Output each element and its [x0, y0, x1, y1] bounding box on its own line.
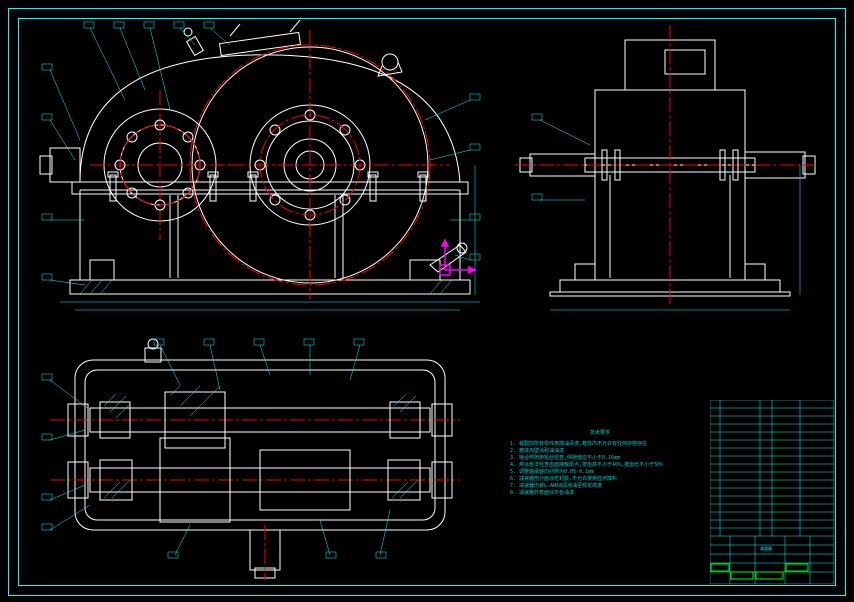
title-block-title: 减速器 — [760, 545, 772, 551]
tech-req-7: 7. 减速器内装L-AN68润滑油至规定高度 — [510, 483, 690, 490]
tech-req-1: 1. 装配前所有零件用煤油清洗,箱体内不允许有任何杂物存在 — [510, 441, 690, 448]
tech-req-3: 3. 啮合侧隙用铅丝检查,侧隙值应不小于0.16mm — [510, 455, 690, 462]
tech-req-2: 2. 箱体内壁涂耐油油漆 — [510, 448, 690, 455]
tech-req-8: 8. 减速器外表面涂灰色油漆 — [510, 490, 690, 497]
tech-req-4: 4. 用涂色法检查齿面接触斑点,按齿高不小于40%,按齿长不小于50% — [510, 462, 690, 469]
tech-req-6: 6. 减速器剖分面涂密封胶,不允许使用任何填料 — [510, 476, 690, 483]
tech-requirements: 技术要求 1. 装配前所有零件用煤油清洗,箱体内不允许有任何杂物存在 2. 箱体… — [510, 430, 690, 497]
tech-req-title: 技术要求 — [510, 430, 690, 437]
tech-req-5: 5. 调整轴承轴向间隙为0.05-0.1mm — [510, 469, 690, 476]
top-section-view — [30, 330, 470, 580]
side-view — [510, 20, 820, 320]
title-block: 减速器 — [710, 400, 834, 584]
front-view — [30, 20, 490, 320]
